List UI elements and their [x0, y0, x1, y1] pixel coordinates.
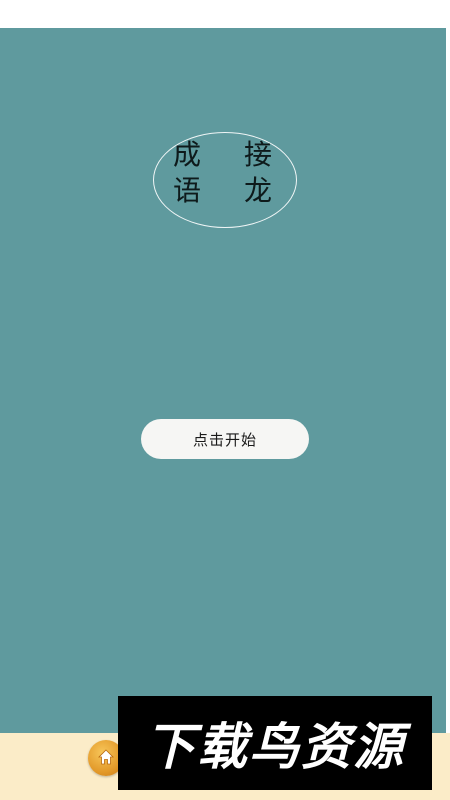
screen-edge: [446, 28, 450, 733]
watermark: 下载鸟资源: [118, 696, 432, 790]
title-char: 接: [244, 138, 273, 171]
home-icon: [98, 749, 114, 765]
watermark-text: 下载鸟资源: [145, 718, 405, 776]
title-char: 语: [173, 174, 202, 207]
title-char: 龙: [244, 174, 273, 207]
title-char: 成: [173, 138, 202, 171]
start-button[interactable]: 点击开始: [141, 419, 309, 459]
start-button-label: 点击开始: [192, 430, 257, 449]
status-bar-area: [0, 0, 450, 28]
